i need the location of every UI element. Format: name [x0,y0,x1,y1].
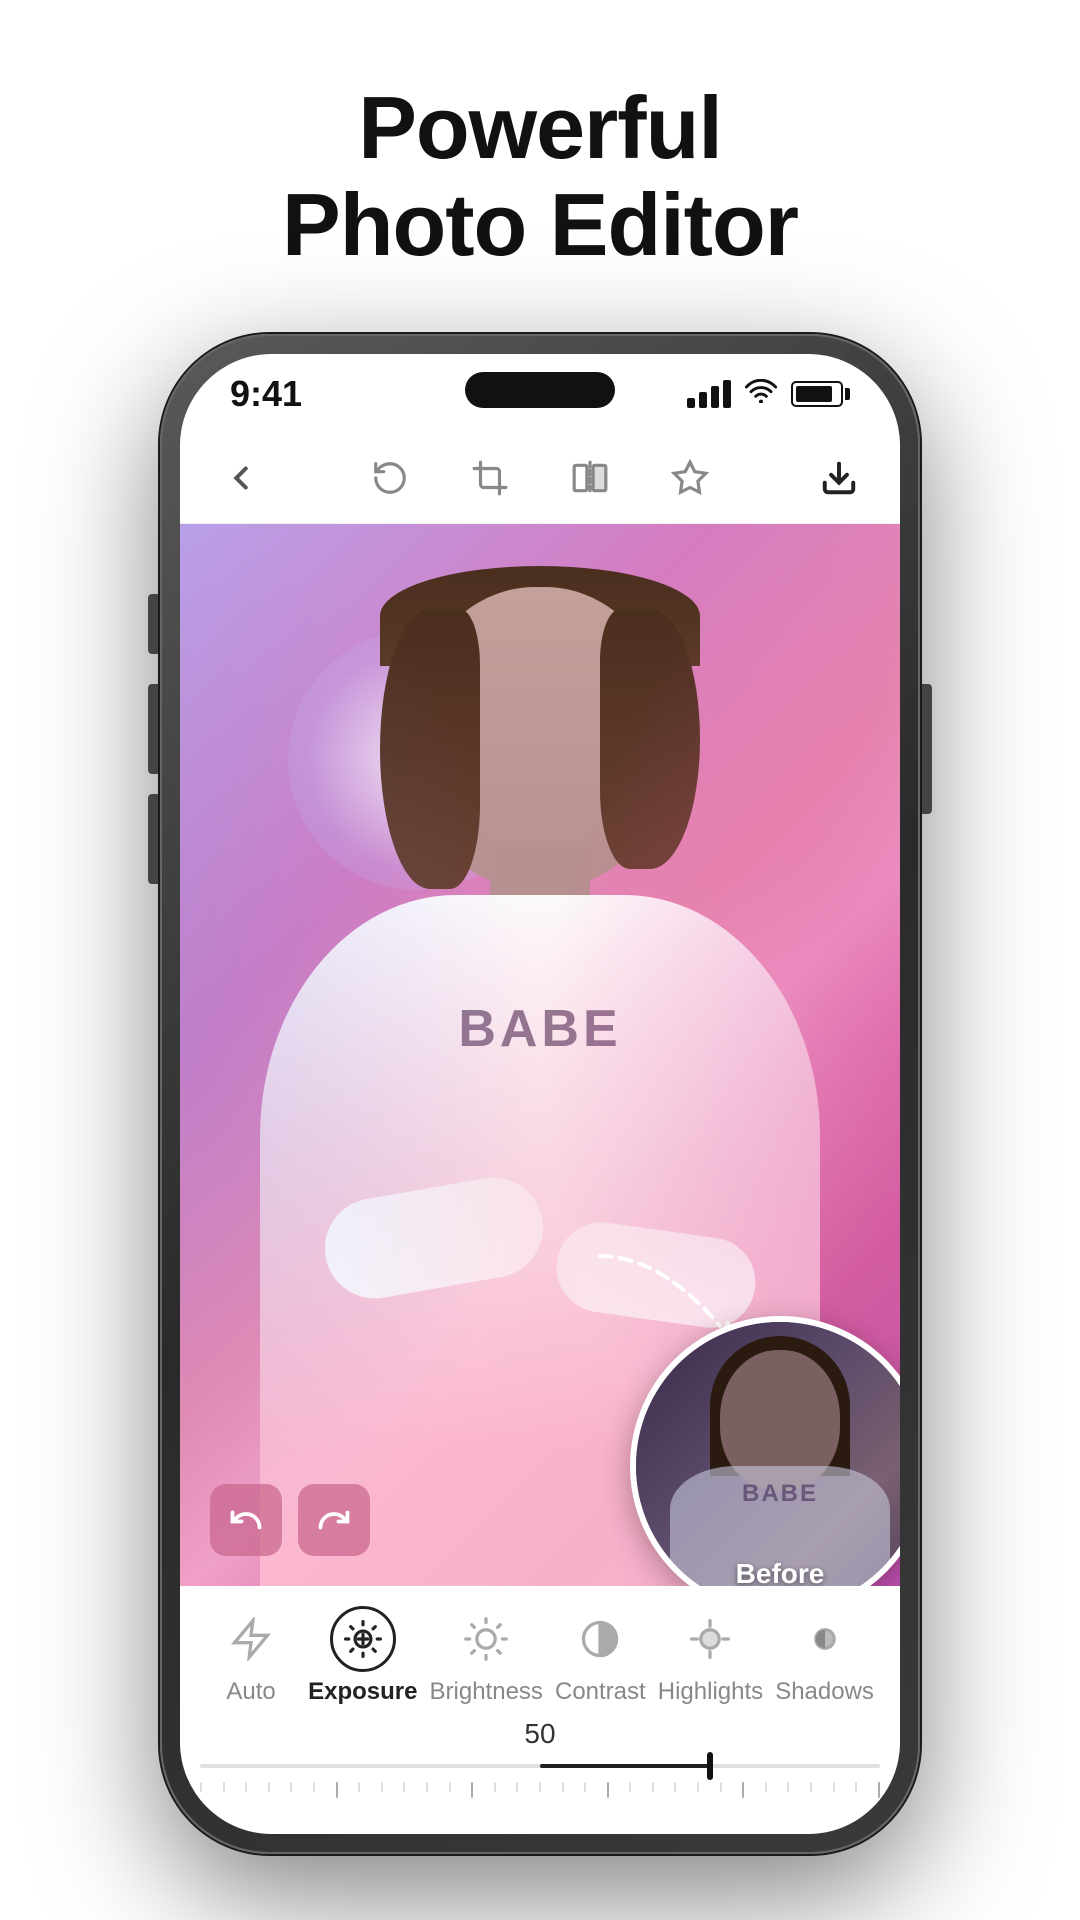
bottom-tools-panel: Auto [180,1586,900,1834]
battery-icon [791,381,850,407]
headline-line1: Powerful [282,80,798,177]
redo-button[interactable] [298,1484,370,1556]
before-label: Before [736,1558,825,1586]
tool-shadows[interactable]: Shadows [775,1606,874,1706]
slider-thumb[interactable] [707,1752,713,1780]
adjust-button[interactable] [665,453,715,503]
tool-brightness[interactable]: Brightness [430,1606,543,1706]
phone-volume-up-button [148,684,158,774]
tool-exposure-label: Exposure [308,1678,417,1706]
undo-redo-group [210,1484,370,1556]
tool-highlights-label: Highlights [658,1678,763,1706]
tool-contrast[interactable]: Contrast [555,1606,646,1706]
blue-tint [180,524,540,1586]
tool-exposure[interactable]: Exposure [308,1606,417,1706]
before-image: BABE Before [636,1322,900,1586]
slider-track [200,1764,880,1768]
slider-ticks [200,1778,880,1798]
adjustment-slider[interactable] [180,1764,900,1814]
status-icons [687,378,850,410]
phone-volume-down-button [148,794,158,884]
photo-canvas: BABE [180,524,900,1586]
before-comparison-circle[interactable]: BABE Before [630,1316,900,1586]
back-button[interactable] [216,453,266,503]
signal-icon [687,380,731,408]
crop-button[interactable] [465,453,515,503]
editor-toolbar [180,434,900,524]
tools-row: Auto [180,1586,900,1714]
download-button[interactable] [814,453,864,503]
slider-value-display: 50 [180,1714,900,1754]
tool-auto-label: Auto [226,1678,275,1706]
status-time: 9:41 [230,373,302,415]
tool-contrast-label: Contrast [555,1678,646,1706]
phone-screen: 9:41 [180,354,900,1834]
phone-mute-button [148,594,158,654]
wifi-icon [745,378,777,410]
photo-background: BABE [180,524,900,1586]
dynamic-island [465,372,615,408]
tool-shadows-label: Shadows [775,1678,874,1706]
app-headline: Powerful Photo Editor [282,80,798,274]
tool-auto[interactable]: Auto [206,1606,296,1706]
headline-line2: Photo Editor [282,177,798,274]
phone-mockup: 9:41 [160,334,920,1854]
flip-button[interactable] [565,453,615,503]
slider-fill [540,1764,710,1768]
tool-brightness-label: Brightness [430,1678,543,1706]
undo-button[interactable] [210,1484,282,1556]
rotate-button[interactable] [365,453,415,503]
tool-highlights[interactable]: Highlights [658,1606,763,1706]
phone-power-button [922,684,932,814]
